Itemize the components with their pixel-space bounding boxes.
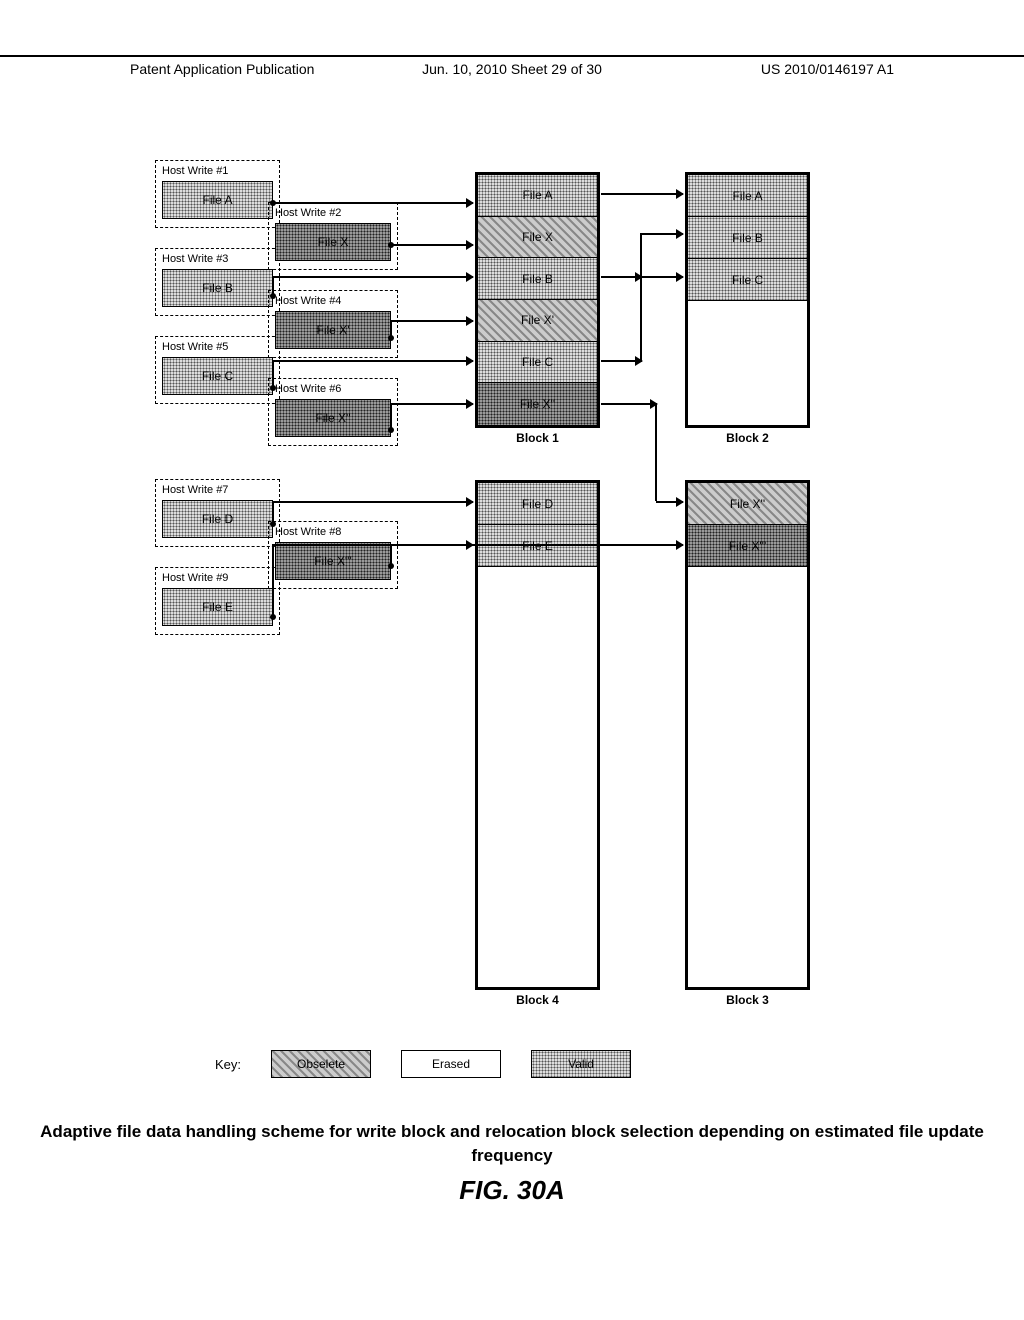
arrow (273, 544, 473, 546)
block1-slot-1: File X (478, 217, 597, 259)
legend: Key: Obselete Erased Valid (215, 1050, 631, 1078)
host-write-label: Host Write #2 (275, 207, 391, 219)
connector-line (640, 276, 642, 360)
block4-slot-1: File E (478, 525, 597, 567)
arrow (391, 403, 473, 405)
file-box-e: File E (162, 588, 273, 626)
host-write-label: Host Write #8 (275, 526, 391, 538)
block1-label: Block 1 (478, 431, 597, 445)
host-write-label: Host Write #7 (162, 484, 273, 496)
block2-slot-0: File A (688, 175, 807, 217)
arrow (391, 244, 473, 246)
host-write-label: Host Write #5 (162, 341, 273, 353)
block-1: File A File X File B File X' File C File… (475, 172, 600, 428)
arrow (641, 233, 683, 235)
block1-slot-2: File B (478, 258, 597, 300)
arrow (641, 276, 683, 278)
block4-label: Block 4 (478, 993, 597, 1007)
block1-slot-0: File A (478, 175, 597, 217)
host-write-3: Host Write #3 File B (155, 248, 280, 316)
legend-label: Key: (215, 1057, 241, 1072)
block-4: File D File E Block 4 (475, 480, 600, 990)
block2-empty (688, 301, 807, 425)
connector-line (390, 403, 392, 429)
connector-line (390, 544, 392, 565)
host-write-6: Host Write #6 File X'' (268, 378, 398, 446)
block4-empty (478, 567, 597, 987)
legend-valid: Valid (531, 1050, 631, 1078)
host-writes-left-column: Host Write #1 File A Host Write #3 File … (155, 160, 280, 639)
host-write-label: Host Write #9 (162, 572, 273, 584)
connector-line (390, 320, 392, 337)
block2-slot-2: File C (688, 259, 807, 301)
arrow (391, 320, 473, 322)
arrow (601, 276, 642, 278)
file-box-a: File A (162, 181, 273, 219)
block3-slot-1: File X''' (688, 525, 807, 567)
block3-slot-0: File X'' (688, 483, 807, 525)
file-box-b: File B (162, 269, 273, 307)
connector-line (655, 403, 657, 501)
block1-slot-3: File X' (478, 300, 597, 342)
connector-line (272, 501, 274, 523)
figure-label: FIG. 30A (0, 1175, 1024, 1206)
host-write-8: Host Write #8 File X''' (268, 521, 398, 589)
page-header: Patent Application Publication Jun. 10, … (0, 55, 1024, 77)
block2-slot-1: File B (688, 217, 807, 259)
block2-label: Block 2 (688, 431, 807, 445)
block4-slot-0: File D (478, 483, 597, 525)
figure-area: Host Write #1 File A Host Write #3 File … (155, 160, 835, 1060)
connector-line (272, 276, 274, 295)
host-write-label: Host Write #4 (275, 295, 391, 307)
connector-line (272, 360, 274, 387)
block1-slot-4: File C (478, 342, 597, 384)
arrow (601, 360, 642, 362)
host-write-7: Host Write #7 File D (155, 479, 280, 547)
host-write-9: Host Write #9 File E (155, 567, 280, 635)
host-writes-right-column: Host Write #2 File X Host Write #4 File … (268, 160, 398, 593)
legend-erased: Erased (401, 1050, 501, 1078)
legend-obsolete: Obselete (271, 1050, 371, 1078)
arrow (273, 360, 473, 362)
file-box-xp: File X' (275, 311, 391, 349)
file-box-x: File X (275, 223, 391, 261)
block3-label: Block 3 (688, 993, 807, 1007)
file-box-xpp: File X'' (275, 399, 391, 437)
host-write-1: Host Write #1 File A (155, 160, 280, 228)
file-box-xppp: File X''' (275, 542, 391, 580)
arrow (656, 501, 683, 503)
arrow (273, 501, 473, 503)
host-write-label: Host Write #3 (162, 253, 273, 265)
header-left: Patent Application Publication (130, 61, 314, 77)
arrow (273, 276, 473, 278)
arrow (273, 202, 473, 204)
host-write-5: Host Write #5 File C (155, 336, 280, 404)
file-box-c: File C (162, 357, 273, 395)
host-write-4: Host Write #4 File X' (268, 290, 398, 358)
arrow (601, 403, 657, 405)
header-right: US 2010/0146197 A1 (761, 61, 894, 77)
connector-line (272, 544, 274, 616)
host-write-2: Host Write #2 File X (268, 202, 398, 270)
file-box-d: File D (162, 500, 273, 538)
header-center: Jun. 10, 2010 Sheet 29 of 30 (422, 61, 602, 77)
host-write-label: Host Write #1 (162, 165, 273, 177)
block1-slot-5: File X'' (478, 383, 597, 425)
arrow (601, 193, 683, 195)
block-3: File X'' File X''' Block 3 (685, 480, 810, 990)
figure-caption: Adaptive file data handling scheme for w… (0, 1120, 1024, 1168)
block3-empty (688, 567, 807, 987)
host-write-label: Host Write #6 (275, 383, 391, 395)
block-2: File A File B File C Block 2 (685, 172, 810, 428)
